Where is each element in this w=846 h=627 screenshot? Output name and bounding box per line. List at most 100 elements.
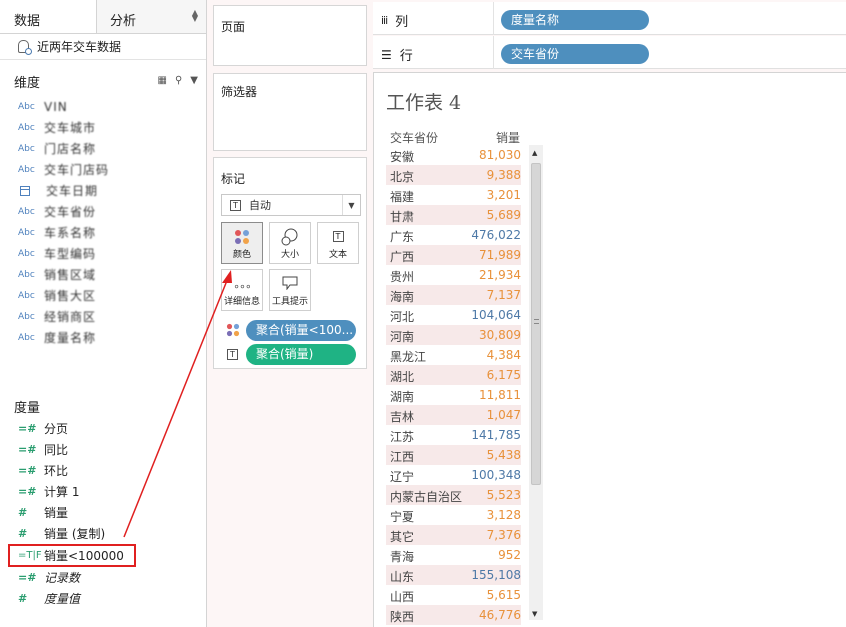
- dimension-label: 交车日期: [46, 184, 99, 198]
- province-cell: 宁夏: [390, 510, 415, 524]
- table-row[interactable]: 广西 71,989: [386, 245, 521, 265]
- chevron-down-icon[interactable]: ▼: [342, 195, 360, 215]
- measure-item[interactable]: =# 计算 1: [0, 481, 206, 502]
- dimension-item[interactable]: 交车日期: [0, 180, 206, 201]
- column-header-sales[interactable]: 销量: [496, 129, 520, 146]
- table-row[interactable]: 其它 7,376: [386, 525, 521, 545]
- measure-item[interactable]: =T|F 销量<100000: [8, 544, 136, 567]
- table-row[interactable]: 宁夏 3,128: [386, 505, 521, 525]
- province-cell: 江苏: [390, 430, 415, 444]
- text-pill[interactable]: 聚合(销量): [246, 344, 356, 365]
- dimension-item[interactable]: Abc 经销商区: [0, 306, 206, 327]
- measure-item[interactable]: =# 分页: [0, 418, 206, 439]
- dimension-item[interactable]: Abc 销售大区: [0, 285, 206, 306]
- dimension-item[interactable]: Abc 车型编码: [0, 243, 206, 264]
- dimension-item[interactable]: Abc 销售区域: [0, 264, 206, 285]
- measure-item[interactable]: # 销量 (复制): [0, 523, 206, 544]
- search-icon[interactable]: ⚲: [175, 75, 182, 86]
- table-row[interactable]: 吉林 1,047: [386, 405, 521, 425]
- dimension-label: 经销商区: [44, 310, 97, 324]
- filters-card[interactable]: 筛选器: [213, 73, 367, 151]
- tab-analysis[interactable]: 分析 ▲ ▼: [97, 0, 206, 33]
- string-type-icon: Abc: [18, 290, 35, 301]
- measure-item[interactable]: =# 同比: [0, 439, 206, 460]
- table-row[interactable]: 安徽 81,030: [386, 145, 521, 165]
- column-header-province[interactable]: 交车省份: [390, 129, 438, 146]
- tooltip-button[interactable]: 工具提示: [269, 269, 311, 311]
- text-button[interactable]: T 文本: [317, 222, 359, 264]
- sales-cell: 5,523: [486, 488, 521, 502]
- table-row[interactable]: 山东 155,108: [386, 565, 521, 585]
- table-row[interactable]: 贵州 21,934: [386, 265, 521, 285]
- measure-item[interactable]: # 销量: [0, 502, 206, 523]
- dimension-item[interactable]: Abc 交车省份: [0, 201, 206, 222]
- worksheet: 工作表 4 交车省份 销量 安徽 81,030 北京 9,388 福建 3,201 甘肃 5,…: [373, 72, 846, 627]
- grid-view-icon[interactable]: ▦: [158, 75, 167, 86]
- sales-cell: 9,388: [486, 168, 521, 182]
- columns-shelf[interactable]: iii 列 度量名称: [373, 2, 846, 35]
- table-row[interactable]: 海南 7,137: [386, 285, 521, 305]
- table-row[interactable]: 江西 5,438: [386, 445, 521, 465]
- detail-button[interactable]: ∘∘∘ 详细信息: [221, 269, 263, 311]
- data-pane: 数据 分析 ▲ ▼ 近两年交车数据 维度 ▦ ⚲ ▼ Abc VIN Abc 交车城市 A…: [0, 0, 207, 627]
- table-row[interactable]: 陕西 46,776: [386, 605, 521, 625]
- measure-item[interactable]: # 度量值: [0, 588, 206, 609]
- dimension-item[interactable]: Abc 交车城市: [0, 117, 206, 138]
- dimension-item[interactable]: Abc 门店名称: [0, 138, 206, 159]
- color-button[interactable]: 颜色: [221, 222, 263, 264]
- datasource-item[interactable]: 近两年交车数据: [0, 34, 206, 60]
- vertical-scrollbar[interactable]: ▲ ▼: [529, 145, 543, 620]
- table-row[interactable]: 辽宁 100,348: [386, 465, 521, 485]
- mark-type-label: 自动: [249, 199, 271, 212]
- tab-data[interactable]: 数据: [0, 0, 97, 33]
- table-row[interactable]: 甘肃 5,689: [386, 205, 521, 225]
- table-row[interactable]: 黑龙江 4,384: [386, 345, 521, 365]
- province-cell: 其它: [390, 530, 415, 544]
- province-cell: 广东: [390, 230, 415, 244]
- dimension-item[interactable]: Abc 车系名称: [0, 222, 206, 243]
- scroll-up-icon[interactable]: ▲: [532, 149, 537, 157]
- sales-cell: 21,934: [479, 268, 521, 282]
- scroll-down-icon[interactable]: ▼: [532, 610, 537, 618]
- sales-cell: 81,030: [479, 148, 521, 162]
- dimension-item[interactable]: Abc 度量名称: [0, 327, 206, 348]
- table-row[interactable]: 河南 30,809: [386, 325, 521, 345]
- dimension-label: 度量名称: [44, 331, 97, 345]
- string-type-icon: Abc: [18, 122, 35, 133]
- calc-number-icon: =#: [18, 571, 37, 584]
- table-row[interactable]: 青海 952: [386, 545, 521, 565]
- shelf-divider: [493, 2, 494, 35]
- color-pill[interactable]: 聚合(销量<100...: [246, 320, 356, 341]
- columns-pill[interactable]: 度量名称: [501, 10, 649, 30]
- measure-label: 度量值: [44, 592, 81, 606]
- dimension-label: 交车城市: [44, 121, 97, 135]
- boolean-calc-icon: =T|F: [18, 550, 42, 561]
- table-row[interactable]: 福建 3,201: [386, 185, 521, 205]
- table-row[interactable]: 内蒙古自治区 5,523: [386, 485, 521, 505]
- rows-shelf[interactable]: ☰ 行 交车省份: [373, 36, 846, 69]
- table-row[interactable]: 河北 104,064: [386, 305, 521, 325]
- table-row[interactable]: 江苏 141,785: [386, 425, 521, 445]
- dropdown-arrow-icon[interactable]: ▼: [190, 75, 198, 86]
- table-row[interactable]: 广东 476,022: [386, 225, 521, 245]
- mark-type-dropdown[interactable]: T 自动 ▼: [221, 194, 361, 216]
- measure-item[interactable]: =# 记录数: [0, 567, 206, 588]
- updown-arrows-icon[interactable]: ▲ ▼: [192, 9, 198, 23]
- table-row[interactable]: 山西 5,615: [386, 585, 521, 605]
- columns-shelf-label: iii 列: [381, 11, 408, 30]
- scroll-thumb[interactable]: [531, 163, 541, 485]
- dimension-label: 销售区域: [44, 268, 97, 282]
- table-row[interactable]: 北京 9,388: [386, 165, 521, 185]
- dimension-item[interactable]: Abc 交车门店码: [0, 159, 206, 180]
- calendar-icon: [20, 185, 30, 196]
- rows-pill[interactable]: 交车省份: [501, 44, 649, 64]
- table-row[interactable]: 湖南 11,811: [386, 385, 521, 405]
- sales-cell: 5,438: [486, 448, 521, 462]
- measure-item[interactable]: =# 环比: [0, 460, 206, 481]
- size-button[interactable]: 大小: [269, 222, 311, 264]
- pages-card[interactable]: 页面: [213, 5, 367, 66]
- province-cell: 广西: [390, 250, 415, 264]
- dimension-item[interactable]: Abc VIN: [0, 96, 206, 117]
- sales-cell: 6,175: [486, 368, 521, 382]
- table-row[interactable]: 湖北 6,175: [386, 365, 521, 385]
